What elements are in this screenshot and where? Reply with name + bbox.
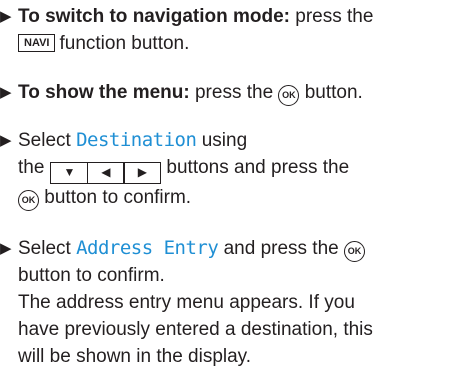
step-line: To switch to navigation mode: press the	[18, 3, 458, 30]
ok-button-icon: OK	[18, 189, 39, 211]
step-text: the	[18, 157, 45, 178]
step-text: press the	[189, 82, 279, 103]
bullet-arrow-icon: ▶	[0, 132, 12, 149]
display-text-address-entry: Address Entry	[76, 237, 219, 259]
left-arrow-icon: ◀	[86, 161, 125, 184]
arrow-buttons-group: ▼ ◀ ▶	[50, 161, 162, 184]
step-result: The address entry menu appears. If you	[18, 292, 355, 313]
step-result: will be shown in the display.	[18, 346, 252, 367]
step-line: button to confirm.	[18, 262, 458, 289]
display-text-destination: Destination	[76, 129, 197, 151]
instruction-page: ▶ To switch to navigation mode: press th…	[0, 0, 461, 373]
step-text: button to confirm.	[39, 186, 192, 208]
bullet-arrow-icon: ▶	[0, 84, 12, 101]
ok-button-icon: OK	[344, 241, 366, 262]
ok-button-icon: OK	[278, 85, 300, 106]
step-line: OK button to confirm.	[18, 184, 458, 211]
step-text: using	[196, 130, 248, 151]
right-arrow-icon: ▶	[123, 161, 162, 184]
step-text: Select	[18, 238, 77, 259]
step-text: and press the	[218, 238, 345, 259]
navi-key-icon: NAVI	[18, 34, 56, 52]
step-text: Select	[18, 130, 77, 151]
step-show-menu: ▶ To show the menu: press the OK button.	[0, 79, 458, 106]
step-line: NAVI function button.	[18, 30, 458, 57]
step-heading: To show the menu:	[18, 82, 190, 103]
step-text: buttons and press the	[166, 157, 350, 178]
step-line: the ▼ ◀ ▶ buttons and press the	[18, 154, 458, 184]
down-arrow-icon: ▼	[50, 161, 89, 184]
step-line: To show the menu: press the OK button.	[18, 79, 458, 106]
step-switch-navigation: ▶ To switch to navigation mode: press th…	[0, 3, 458, 57]
step-line: Select Destination using	[18, 127, 458, 154]
step-result: have previously entered a destination, t…	[18, 319, 373, 340]
bullet-arrow-icon: ▶	[0, 240, 12, 257]
bullet-arrow-icon: ▶	[0, 8, 12, 25]
step-line: Select Address Entry and press the OK	[18, 235, 458, 262]
step-text: button.	[299, 82, 363, 103]
step-text: button to confirm.	[18, 265, 165, 286]
step-select-destination: ▶ Select Destination using the ▼ ◀ ▶ buttons…	[0, 127, 458, 211]
step-heading: To switch to navigation mode:	[18, 6, 290, 27]
step-text: press the	[289, 6, 374, 27]
step-select-address-entry: ▶ Select Address Entry and press the OK …	[0, 235, 458, 370]
step-text: function button.	[59, 33, 190, 54]
